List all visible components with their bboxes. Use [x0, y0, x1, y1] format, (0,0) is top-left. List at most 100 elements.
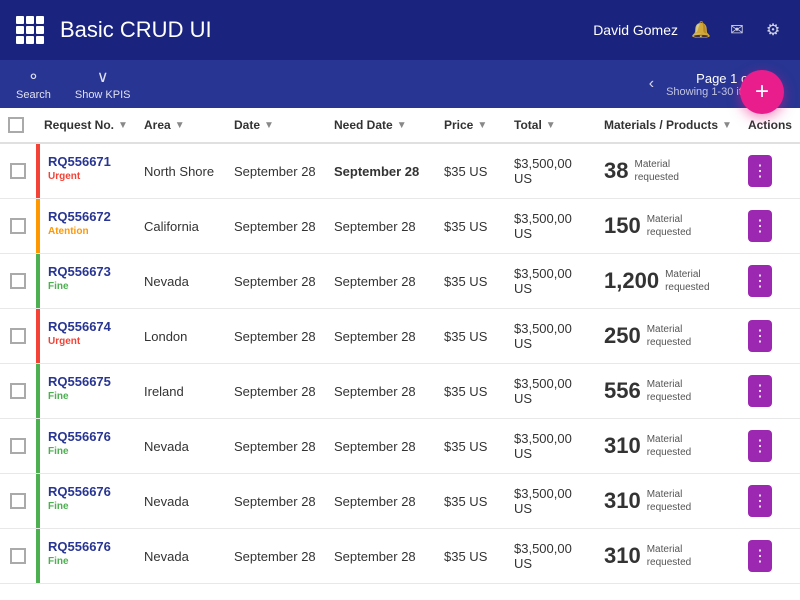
row-action-button[interactable]: ⋮	[748, 375, 772, 407]
req-no-value: RQ556674	[48, 319, 111, 334]
total-cell: $3,500,00 US	[506, 529, 596, 584]
need-date-value: September 28	[334, 274, 416, 289]
header-left: Basic CRUD UI	[16, 16, 212, 44]
price-value: $35 US	[444, 439, 487, 454]
price-value: $35 US	[444, 549, 487, 564]
row-checkbox[interactable]	[10, 273, 26, 289]
header-icons: 🔔 ✉ ⚙	[690, 19, 784, 41]
mat-label: Material requested	[647, 543, 703, 569]
mat-count: 310	[604, 488, 641, 514]
req-no-cell: RQ556675 Fine	[36, 364, 136, 419]
sort-icon-price[interactable]: ▼	[477, 120, 487, 131]
req-no-value: RQ556675	[48, 374, 111, 389]
search-button[interactable]: ⚬ Search	[16, 67, 51, 101]
table-wrapper: Request No.▼ Area▼ Date▼ Need Date▼ Pric…	[0, 108, 800, 600]
need-date-cell: September 28	[326, 199, 436, 254]
need-date-cell: September 28	[326, 309, 436, 364]
col-need-date: Need Date▼	[326, 108, 436, 143]
status-label: Fine	[48, 501, 111, 512]
total-value: $3,500,00 US	[514, 211, 572, 241]
area-cell: Nevada	[136, 529, 226, 584]
row-action-button[interactable]: ⋮	[748, 540, 772, 572]
prev-page-button[interactable]: ‹	[645, 71, 658, 97]
sort-icon-date[interactable]: ▼	[264, 120, 274, 131]
row-checkbox[interactable]	[10, 328, 26, 344]
show-kpis-button[interactable]: ∨ Show KPIS	[75, 67, 131, 101]
status-label: Fine	[48, 281, 111, 292]
actions-cell: ⋮	[740, 529, 800, 584]
area-cell: Nevada	[136, 474, 226, 529]
col-actions: Actions	[740, 108, 800, 143]
need-date-value: September 28	[334, 549, 416, 564]
user-name: David Gomez	[593, 22, 678, 38]
row-action-button[interactable]: ⋮	[748, 155, 772, 187]
table-row: RQ556676 Fine Nevada September 28 Septem…	[0, 474, 800, 529]
add-record-button[interactable]: +	[740, 70, 784, 114]
actions-cell: ⋮	[740, 199, 800, 254]
row-checkbox[interactable]	[10, 438, 26, 454]
date-cell: September 28	[226, 143, 326, 199]
materials-content: 310 Material requested	[604, 488, 732, 514]
row-checkbox[interactable]	[10, 383, 26, 399]
req-no-value: RQ556676	[48, 484, 111, 499]
materials-content: 310 Material requested	[604, 543, 732, 569]
actions-cell: ⋮	[740, 419, 800, 474]
req-no-value: RQ556673	[48, 264, 111, 279]
need-date-cell: September 28	[326, 364, 436, 419]
need-date-cell: September 28	[326, 143, 436, 199]
table-row: RQ556675 Fine Ireland September 28 Septe…	[0, 364, 800, 419]
sort-icon-materials[interactable]: ▼	[722, 120, 732, 131]
area-cell: Nevada	[136, 419, 226, 474]
mat-label: Material requested	[647, 323, 703, 349]
total-cell: $3,500,00 US	[506, 143, 596, 199]
row-checkbox-cell	[0, 419, 36, 474]
table-body: RQ556671 Urgent North Shore September 28…	[0, 143, 800, 584]
chevron-down-icon: ∨	[97, 67, 109, 87]
row-action-button[interactable]: ⋮	[748, 485, 772, 517]
area-value: Nevada	[144, 439, 189, 454]
bell-icon[interactable]: 🔔	[690, 19, 712, 41]
area-value: Ireland	[144, 384, 184, 399]
materials-cell: 38 Material requested	[596, 143, 740, 199]
mat-label: Material requested	[647, 378, 703, 404]
sort-icon-area[interactable]: ▼	[175, 120, 185, 131]
sort-icon-total[interactable]: ▼	[546, 120, 556, 131]
status-label: Urgent	[48, 336, 111, 347]
total-cell: $3,500,00 US	[506, 254, 596, 309]
col-checkbox	[0, 108, 36, 143]
mail-icon[interactable]: ✉	[726, 19, 748, 41]
row-action-button[interactable]: ⋮	[748, 265, 772, 297]
total-value: $3,500,00 US	[514, 431, 572, 461]
row-checkbox[interactable]	[10, 548, 26, 564]
col-date: Date▼	[226, 108, 326, 143]
materials-cell: 250 Material requested	[596, 309, 740, 364]
row-checkbox[interactable]	[10, 163, 26, 179]
grid-icon[interactable]	[16, 16, 44, 44]
row-checkbox-cell	[0, 143, 36, 199]
mat-label: Material requested	[634, 158, 690, 184]
table-header: Request No.▼ Area▼ Date▼ Need Date▼ Pric…	[0, 108, 800, 143]
total-value: $3,500,00 US	[514, 321, 572, 351]
row-checkbox[interactable]	[10, 218, 26, 234]
col-materials: Materials / Products▼	[596, 108, 740, 143]
select-all-checkbox[interactable]	[8, 117, 24, 133]
area-cell: London	[136, 309, 226, 364]
search-icon: ⚬	[27, 67, 40, 87]
need-date-cell: September 28	[326, 254, 436, 309]
date-cell: September 28	[226, 199, 326, 254]
need-date-value: September 28	[334, 219, 416, 234]
area-value: Nevada	[144, 274, 189, 289]
sort-icon-reqno[interactable]: ▼	[118, 120, 128, 131]
row-action-button[interactable]: ⋮	[748, 430, 772, 462]
req-no-value: RQ556672	[48, 209, 111, 224]
gear-icon[interactable]: ⚙	[762, 19, 784, 41]
row-action-button[interactable]: ⋮	[748, 320, 772, 352]
row-action-button[interactable]: ⋮	[748, 210, 772, 242]
row-checkbox[interactable]	[10, 493, 26, 509]
need-date-value: September 28	[334, 494, 416, 509]
row-checkbox-cell	[0, 199, 36, 254]
table-row: RQ556673 Fine Nevada September 28 Septem…	[0, 254, 800, 309]
sort-icon-needdate[interactable]: ▼	[397, 120, 407, 131]
price-value: $35 US	[444, 329, 487, 344]
need-date-value: September 28	[334, 329, 416, 344]
